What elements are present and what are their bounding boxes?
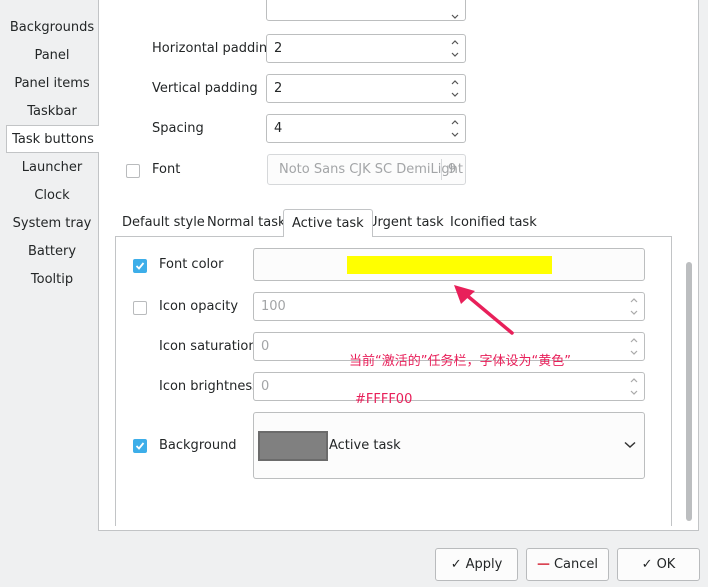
tab-iconified-task[interactable]: Iconified task xyxy=(442,209,545,237)
icon-brightness-spinbox[interactable]: 0 xyxy=(253,372,645,401)
font-label: Font xyxy=(152,162,181,177)
icon-opacity-spinbox[interactable]: 100 xyxy=(253,292,645,321)
font-checkbox[interactable] xyxy=(126,164,140,178)
spacing-label: Spacing xyxy=(152,121,204,136)
font-size: 9 xyxy=(448,162,457,177)
check-icon xyxy=(135,262,145,270)
check-icon: ✓ xyxy=(641,557,653,572)
tab-active-task[interactable]: Active task xyxy=(283,209,373,237)
chevron-up-down-icon[interactable] xyxy=(449,76,461,101)
vertical-padding-value: 2 xyxy=(274,81,283,96)
ok-button[interactable]: ✓ OK xyxy=(617,548,700,581)
horizontal-padding-spinbox[interactable]: 2 xyxy=(266,34,466,63)
sidebar-item-battery[interactable]: Battery xyxy=(6,238,98,266)
font-color-swatch xyxy=(347,256,552,274)
icon-opacity-checkbox[interactable] xyxy=(133,301,147,315)
sidebar-item-taskbar[interactable]: Taskbar xyxy=(6,98,98,126)
sidebar-item-launcher[interactable]: Launcher xyxy=(6,154,98,182)
chevron-up-down-icon[interactable] xyxy=(449,36,461,61)
sidebar-item-backgrounds[interactable]: Backgrounds xyxy=(6,14,98,42)
horizontal-padding-value: 2 xyxy=(274,41,283,56)
icon-opacity-label: Icon opacity xyxy=(159,299,239,314)
icon-saturation-label: Icon saturation xyxy=(159,339,257,354)
sidebar-item-task-buttons[interactable]: Task buttons xyxy=(6,125,99,153)
vertical-padding-spinbox[interactable]: 2 xyxy=(266,74,466,103)
sidebar: Backgrounds Panel Panel items Taskbar Ta… xyxy=(0,0,99,300)
tab-urgent-task[interactable]: Urgent task xyxy=(360,209,452,237)
partial-spinbox[interactable] xyxy=(266,0,466,21)
sidebar-item-tooltip[interactable]: Tooltip xyxy=(6,266,98,294)
ok-label: OK xyxy=(656,557,676,572)
annotation-arrow-icon xyxy=(454,285,514,335)
font-picker-button[interactable]: Noto Sans CJK SC DemiLight 9 xyxy=(267,154,466,185)
cancel-label: Cancel xyxy=(553,557,599,572)
scrollbar-thumb[interactable] xyxy=(686,262,692,521)
cross-icon: — xyxy=(536,557,550,572)
cancel-button[interactable]: — Cancel xyxy=(526,548,609,581)
font-color-button[interactable] xyxy=(253,248,645,281)
sidebar-item-panel-items[interactable]: Panel items xyxy=(6,70,98,98)
font-name: Noto Sans CJK SC DemiLight xyxy=(279,162,463,177)
chevron-up-down-icon[interactable] xyxy=(449,116,461,141)
apply-label: Apply xyxy=(465,557,503,572)
apply-button[interactable]: ✓ Apply xyxy=(435,548,518,581)
font-color-checkbox[interactable] xyxy=(133,259,147,273)
chevron-up-down-icon[interactable] xyxy=(449,0,461,19)
chevron-up-down-icon[interactable] xyxy=(628,334,640,359)
spacing-spinbox[interactable]: 4 xyxy=(266,114,466,143)
vertical-padding-label: Vertical padding xyxy=(152,81,258,96)
background-swatch xyxy=(258,431,328,461)
chevron-up-down-icon[interactable] xyxy=(628,294,640,319)
icon-saturation-value: 0 xyxy=(261,339,270,354)
spacing-value: 4 xyxy=(274,121,283,136)
check-icon: ✓ xyxy=(450,557,462,572)
chevron-down-icon xyxy=(624,441,636,449)
annotation-hex: #FFFF00 xyxy=(355,392,413,407)
sidebar-item-system-tray[interactable]: System tray xyxy=(6,210,98,238)
background-checkbox[interactable] xyxy=(133,439,147,453)
icon-brightness-label: Icon brightness xyxy=(159,379,259,394)
font-color-label: Font color xyxy=(159,257,224,272)
font-separator xyxy=(441,159,442,180)
horizontal-padding-label: Horizontal padding xyxy=(152,41,276,56)
icon-opacity-value: 100 xyxy=(261,299,286,314)
background-label: Background xyxy=(159,438,237,453)
sidebar-item-clock[interactable]: Clock xyxy=(6,182,98,210)
sidebar-item-panel[interactable]: Panel xyxy=(6,42,98,70)
background-value: Active task xyxy=(329,438,401,453)
tab-default-style[interactable]: Default style xyxy=(114,209,213,237)
background-dropdown[interactable]: Active task xyxy=(253,412,645,479)
annotation-note: 当前“激活的”任务栏，字体设为“黄色” xyxy=(349,354,571,369)
chevron-up-down-icon[interactable] xyxy=(628,374,640,399)
icon-brightness-value: 0 xyxy=(261,379,270,394)
tab-normal-task[interactable]: Normal task xyxy=(199,209,294,237)
check-icon xyxy=(135,442,145,450)
